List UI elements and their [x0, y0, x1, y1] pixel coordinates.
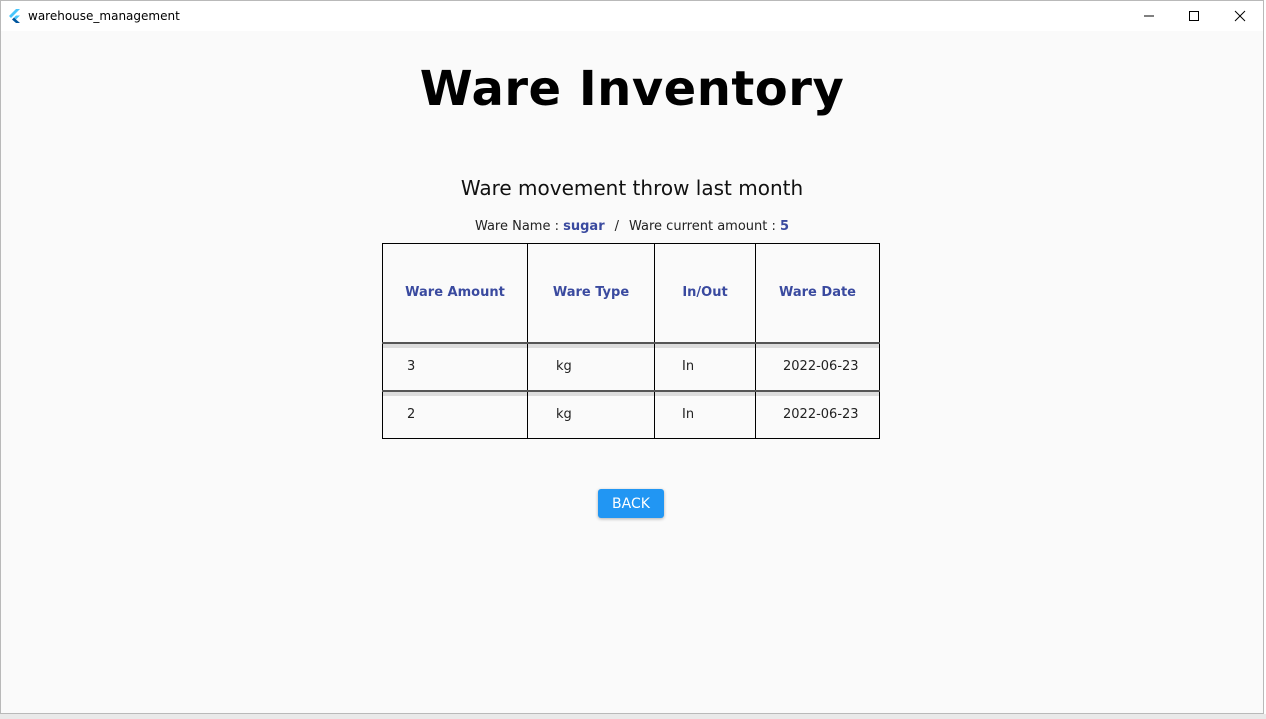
ware-name-label: Ware Name : [474, 219, 564, 234]
ware-info: Ware Name : sugar / Ware current amount : … [1, 219, 1263, 234]
taskbar-edge [0, 714, 1266, 719]
cell-ware-amount: 3 [382, 341, 528, 391]
back-button[interactable]: BACK [598, 489, 664, 518]
cell-ware-type: kg [527, 341, 655, 391]
page-subtitle: Ware movement throw last month [460, 176, 804, 200]
table-row: 3 kg In 2022-06-23 [382, 341, 880, 391]
app-window: warehouse_management Ware Inventory Ware… [0, 0, 1264, 714]
column-header-ware-amount: Ware Amount [382, 243, 528, 343]
ware-name-value: sugar [563, 219, 605, 234]
column-header-in-out: In/Out [654, 243, 756, 343]
info-separator: / [614, 219, 619, 234]
cell-ware-date: 2022-06-23 [755, 341, 880, 391]
cell-ware-date: 2022-06-23 [755, 389, 880, 439]
inventory-table-wrapper: Ware Amount Ware Type In/Out Ware Date 3… [382, 243, 880, 439]
window-title: warehouse_management [28, 9, 180, 23]
title-bar: warehouse_management [1, 1, 1263, 31]
cell-in-out: In [654, 389, 756, 439]
close-button[interactable] [1217, 1, 1263, 31]
maximize-icon [1189, 11, 1199, 21]
cell-ware-amount: 2 [382, 389, 528, 439]
main-content: Ware Inventory Ware movement throw last … [1, 31, 1263, 714]
page-title: Ware Inventory [419, 61, 845, 117]
cell-in-out: In [654, 341, 756, 391]
close-icon [1234, 10, 1246, 22]
flutter-logo-icon [9, 9, 20, 23]
table-row: 2 kg In 2022-06-23 [382, 389, 880, 439]
ware-amount-label: Ware current amount : [629, 219, 781, 234]
minimize-icon [1144, 15, 1154, 17]
inventory-table: Ware Amount Ware Type In/Out Ware Date 3… [382, 243, 880, 439]
maximize-button[interactable] [1171, 1, 1217, 31]
column-header-ware-date: Ware Date [755, 243, 880, 343]
column-header-ware-type: Ware Type [527, 243, 655, 343]
minimize-button[interactable] [1126, 1, 1172, 31]
table-header-row: Ware Amount Ware Type In/Out Ware Date [382, 243, 880, 343]
ware-amount-value: 5 [780, 219, 790, 234]
cell-ware-type: kg [527, 389, 655, 439]
